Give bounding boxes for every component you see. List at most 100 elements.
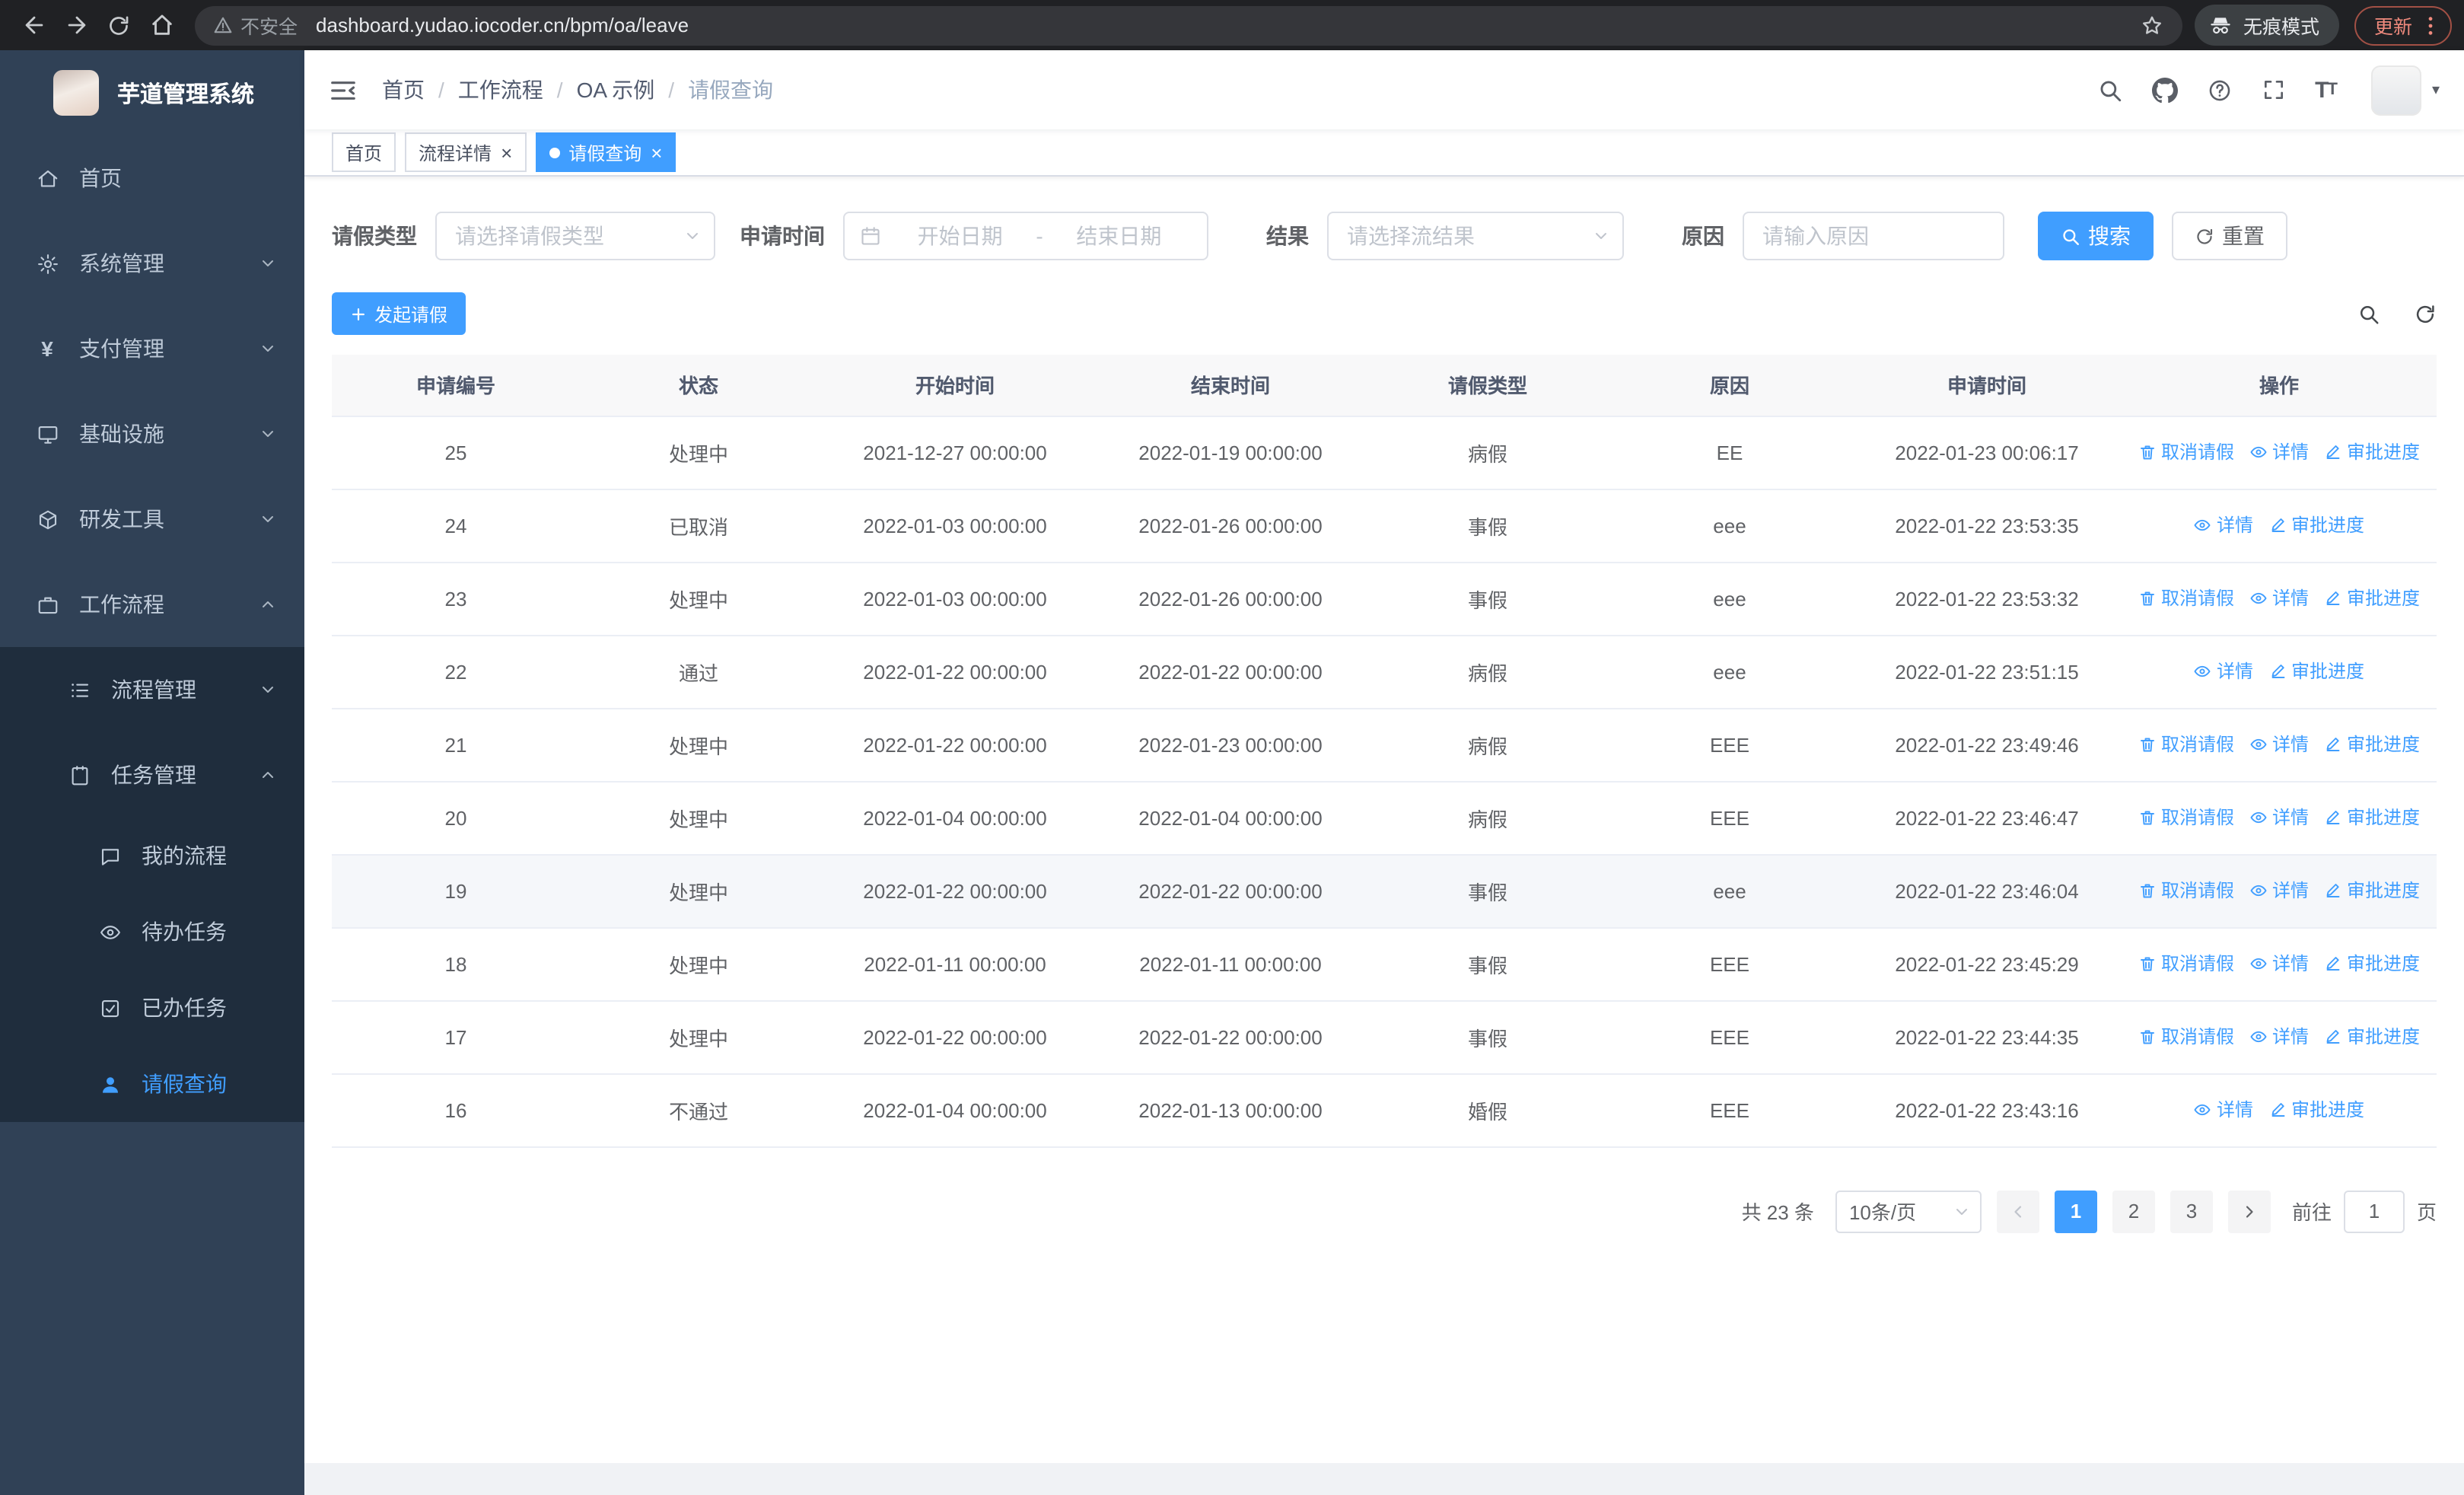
cancel-leave-link[interactable]: 取消请假	[2138, 805, 2234, 830]
detail-link[interactable]: 详情	[2249, 585, 2309, 611]
approval-progress-link[interactable]: 审批进度	[2324, 1024, 2420, 1050]
result-placeholder: 请选择流结果	[1347, 224, 1475, 248]
approval-progress-link[interactable]: 审批进度	[2324, 439, 2420, 465]
tag-process-detail[interactable]: 流程详情 ×	[405, 132, 527, 172]
breadcrumb-workflow[interactable]: 工作流程	[458, 75, 543, 105]
sidebar-item-payment[interactable]: ¥ 支付管理	[0, 306, 304, 391]
cancel-leave-link[interactable]: 取消请假	[2138, 439, 2234, 465]
detail-link[interactable]: 详情	[2249, 878, 2309, 904]
sidebar-item-task-management[interactable]: 任务管理	[0, 732, 304, 818]
chevron-up-icon	[259, 766, 277, 784]
cancel-leave-link[interactable]: 取消请假	[2138, 951, 2234, 977]
tag-leave-query[interactable]: 请假查询 ×	[535, 132, 676, 172]
search-button[interactable]: 搜索	[2038, 212, 2154, 260]
sidebar-item-done-tasks[interactable]: 已办任务	[0, 970, 304, 1046]
tag-home[interactable]: 首页	[332, 132, 396, 172]
breadcrumb-home[interactable]: 首页	[382, 75, 425, 105]
logo[interactable]: 芋道管理系统	[0, 50, 304, 135]
detail-link[interactable]: 详情	[2249, 805, 2309, 830]
font-size-icon[interactable]: TT	[2315, 78, 2338, 101]
apply-time-range-picker[interactable]: 开始日期 - 结束日期	[843, 212, 1208, 260]
sidebar-item-process-management[interactable]: 流程管理	[0, 647, 304, 732]
sidebar-item-todo-tasks[interactable]: 待办任务	[0, 894, 304, 970]
leave-type-select[interactable]: 请选择请假类型	[435, 212, 715, 260]
close-icon[interactable]: ×	[651, 142, 662, 162]
browser-back-button[interactable]	[12, 4, 55, 46]
user-menu[interactable]: ▾	[2370, 65, 2440, 115]
approval-progress-link[interactable]: 审批进度	[2324, 878, 2420, 904]
cancel-leave-link[interactable]: 取消请假	[2138, 732, 2234, 757]
sidebar-item-home[interactable]: 首页	[0, 135, 304, 221]
cell-apply-time: 2022-01-22 23:49:46	[1852, 708, 2122, 782]
reset-button[interactable]: 重置	[2172, 212, 2287, 260]
page-button-1[interactable]: 1	[2054, 1190, 2097, 1232]
detail-link[interactable]: 详情	[2194, 658, 2253, 684]
create-leave-button[interactable]: 发起请假	[332, 292, 466, 335]
cancel-leave-link[interactable]: 取消请假	[2138, 1024, 2234, 1050]
cancel-leave-link[interactable]: 取消请假	[2138, 878, 2234, 904]
sidebar-collapse-button[interactable]	[329, 75, 358, 104]
detail-link[interactable]: 详情	[2194, 512, 2253, 538]
next-page-button[interactable]	[2227, 1190, 2271, 1232]
bookmark-star-icon[interactable]	[2140, 13, 2164, 37]
sidebar-item-my-process[interactable]: 我的流程	[0, 818, 304, 894]
approval-progress-link[interactable]: 审批进度	[2324, 732, 2420, 757]
detail-link[interactable]: 详情	[2249, 951, 2309, 977]
cell-status: 通过	[580, 635, 817, 709]
search-toggle-icon[interactable]	[2357, 302, 2380, 325]
address-bar[interactable]: 不安全 dashboard.yudao.iocoder.cn/bpm/oa/le…	[195, 5, 2182, 45]
tag-label: 请假查询	[568, 142, 642, 164]
detail-link[interactable]: 详情	[2249, 1024, 2309, 1050]
github-icon[interactable]	[2152, 77, 2179, 103]
browser-forward-button[interactable]	[55, 4, 97, 46]
sidebar-item-devtools[interactable]: 研发工具	[0, 477, 304, 562]
browser-home-button[interactable]	[140, 4, 183, 46]
cell-start-time: 2022-01-11 00:00:00	[817, 927, 1093, 1001]
chevron-down-icon	[259, 339, 277, 358]
breadcrumb-separator: /	[556, 78, 563, 102]
table-row: 24 已取消 2022-01-03 00:00:00 2022-01-26 00:00…	[332, 489, 2437, 563]
search-icon[interactable]	[2097, 77, 2123, 103]
chat-icon	[97, 843, 122, 868]
detail-link[interactable]: 详情	[2194, 1097, 2253, 1123]
approval-progress-link[interactable]: 审批进度	[2324, 951, 2420, 977]
sidebar-item-workflow[interactable]: 工作流程	[0, 562, 304, 647]
browser-reload-button[interactable]	[97, 4, 140, 46]
browser-update-button[interactable]: 更新	[2354, 5, 2452, 45]
detail-link[interactable]: 详情	[2249, 732, 2309, 757]
cell-start-time: 2022-01-04 00:00:00	[817, 781, 1093, 855]
page-button-2[interactable]: 2	[2112, 1190, 2155, 1232]
cell-apply-time: 2022-01-22 23:45:29	[1852, 927, 2122, 1001]
cell-end-time: 2022-01-19 00:00:00	[1093, 416, 1368, 489]
approval-progress-link[interactable]: 审批进度	[2324, 585, 2420, 611]
cancel-leave-link[interactable]: 取消请假	[2138, 585, 2234, 611]
breadcrumb-oa-example[interactable]: OA 示例	[577, 75, 655, 105]
cell-apply-id: 22	[332, 635, 580, 709]
page-size-value: 10条/页	[1848, 1201, 1917, 1224]
sidebar-item-infrastructure[interactable]: 基础设施	[0, 391, 304, 477]
sidebar-item-label: 流程管理	[111, 677, 196, 702]
sidebar-item-system[interactable]: 系统管理	[0, 221, 304, 306]
refresh-icon[interactable]	[2414, 302, 2437, 325]
approval-progress-link[interactable]: 审批进度	[2268, 512, 2364, 538]
approval-progress-link[interactable]: 审批进度	[2324, 805, 2420, 830]
fullscreen-icon[interactable]	[2262, 78, 2286, 102]
sidebar-item-label: 支付管理	[79, 336, 164, 361]
reason-input[interactable]	[1743, 212, 2004, 260]
detail-link[interactable]: 详情	[2249, 439, 2309, 465]
page-button-3[interactable]: 3	[2170, 1190, 2213, 1232]
page-size-select[interactable]: 10条/页	[1835, 1190, 1982, 1232]
approval-progress-link[interactable]: 审批进度	[2268, 658, 2364, 684]
browser-menu-icon[interactable]	[2418, 13, 2443, 37]
goto-page-input[interactable]	[2343, 1190, 2405, 1232]
sidebar-item-label: 首页	[79, 166, 122, 190]
eye-icon	[2194, 662, 2212, 681]
sidebar-item-leave-query[interactable]: 请假查询	[0, 1046, 304, 1122]
result-select[interactable]: 请选择流结果	[1327, 212, 1624, 260]
help-icon[interactable]	[2207, 77, 2233, 103]
close-icon[interactable]: ×	[501, 142, 512, 162]
prev-page-button[interactable]	[1996, 1190, 2039, 1232]
security-warning-icon[interactable]	[213, 15, 233, 35]
list-icon	[67, 677, 91, 702]
approval-progress-link[interactable]: 审批进度	[2268, 1097, 2364, 1123]
